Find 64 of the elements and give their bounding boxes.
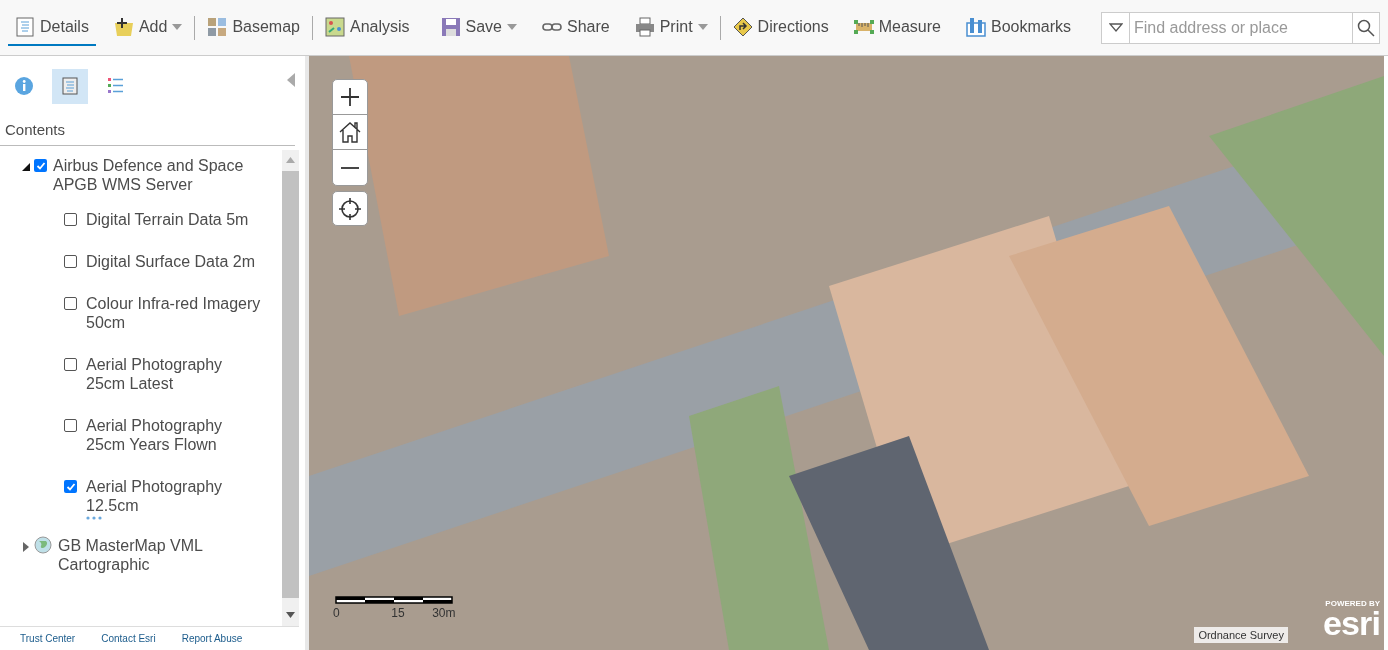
search-field[interactable]: Find address or place [1130, 11, 1352, 44]
layer-checkbox[interactable] [64, 358, 77, 371]
scale-label: 30m [432, 605, 457, 622]
home-icon [339, 121, 361, 143]
search-icon [1357, 18, 1375, 37]
search-source-dropdown[interactable] [1101, 11, 1130, 44]
sign-icon [732, 16, 753, 37]
basemap-button[interactable]: Basemap [200, 9, 307, 46]
print-button[interactable]: Print [627, 9, 715, 46]
collapse-icon[interactable] [22, 162, 30, 172]
layer-checkbox[interactable] [64, 255, 77, 268]
analysis-button[interactable]: Analysis [317, 9, 417, 46]
layer-checkbox[interactable] [34, 159, 47, 172]
layer-name[interactable]: GB MasterMap VML Cartographic [58, 536, 258, 574]
plus-icon [340, 87, 360, 107]
globe-icon [34, 536, 52, 554]
layer-name[interactable]: Colour Infra-red Imagery 50cm [86, 294, 264, 332]
scroll-down-icon[interactable] [286, 612, 295, 618]
bookmarks-button[interactable]: Bookmarks [958, 9, 1078, 46]
map-icon [324, 16, 345, 37]
add-button[interactable]: Add [106, 9, 190, 46]
minus-icon [340, 165, 360, 170]
layer-name[interactable]: Digital Terrain Data 5m [86, 210, 264, 229]
layer-checkbox[interactable] [64, 213, 77, 226]
add-icon [113, 16, 134, 37]
printer-icon [634, 16, 655, 37]
measure-button[interactable]: Measure [846, 9, 948, 46]
layer-name[interactable]: Aerial Photography 12.5cm [86, 477, 264, 515]
book-icon [965, 16, 986, 37]
logo-wordmark: esri [1322, 606, 1380, 640]
search-button[interactable] [1352, 11, 1380, 44]
save-button[interactable]: Save [433, 9, 524, 46]
layer-name[interactable]: Digital Surface Data 2m [86, 252, 264, 271]
footer-link[interactable]: Report Abuse [181, 631, 243, 646]
layer-name[interactable]: Aerial Photography 25cm Years Flown [86, 416, 264, 454]
locate-button[interactable] [332, 191, 368, 226]
grid-icon [207, 16, 228, 37]
caret-icon [697, 23, 708, 30]
directions-button[interactable]: Directions [725, 9, 836, 46]
save-icon [440, 16, 461, 37]
logo-tagline: POWERED BY [1325, 600, 1380, 608]
document-icon [15, 16, 35, 37]
caret-icon [1108, 23, 1123, 32]
layer-name[interactable]: Aerial Photography 25cm Latest [86, 355, 264, 393]
scale-label: 0 [333, 605, 341, 622]
more-options-icon[interactable] [86, 516, 102, 520]
share-button[interactable]: Share [534, 9, 617, 46]
details-button[interactable]: Details [8, 9, 96, 46]
list-icon [106, 76, 126, 96]
scale-label: 15 [391, 605, 406, 622]
content-tab[interactable] [52, 68, 88, 104]
footer-link[interactable]: Contact Esri [101, 631, 156, 646]
expand-icon[interactable] [22, 542, 30, 552]
caret-icon [172, 23, 183, 30]
layer-checkbox[interactable] [64, 297, 77, 310]
locate-icon [339, 197, 361, 220]
info-icon [14, 76, 34, 96]
layer-name[interactable]: Airbus Defence and Space APGB WMS Server [53, 156, 253, 194]
caret-icon [506, 23, 517, 30]
layer-checkbox[interactable] [64, 419, 77, 432]
layer-checkbox[interactable] [64, 480, 77, 493]
footer-link[interactable]: Trust Center [20, 631, 76, 646]
panel-heading: Contents [0, 116, 295, 146]
document-icon [60, 76, 80, 96]
